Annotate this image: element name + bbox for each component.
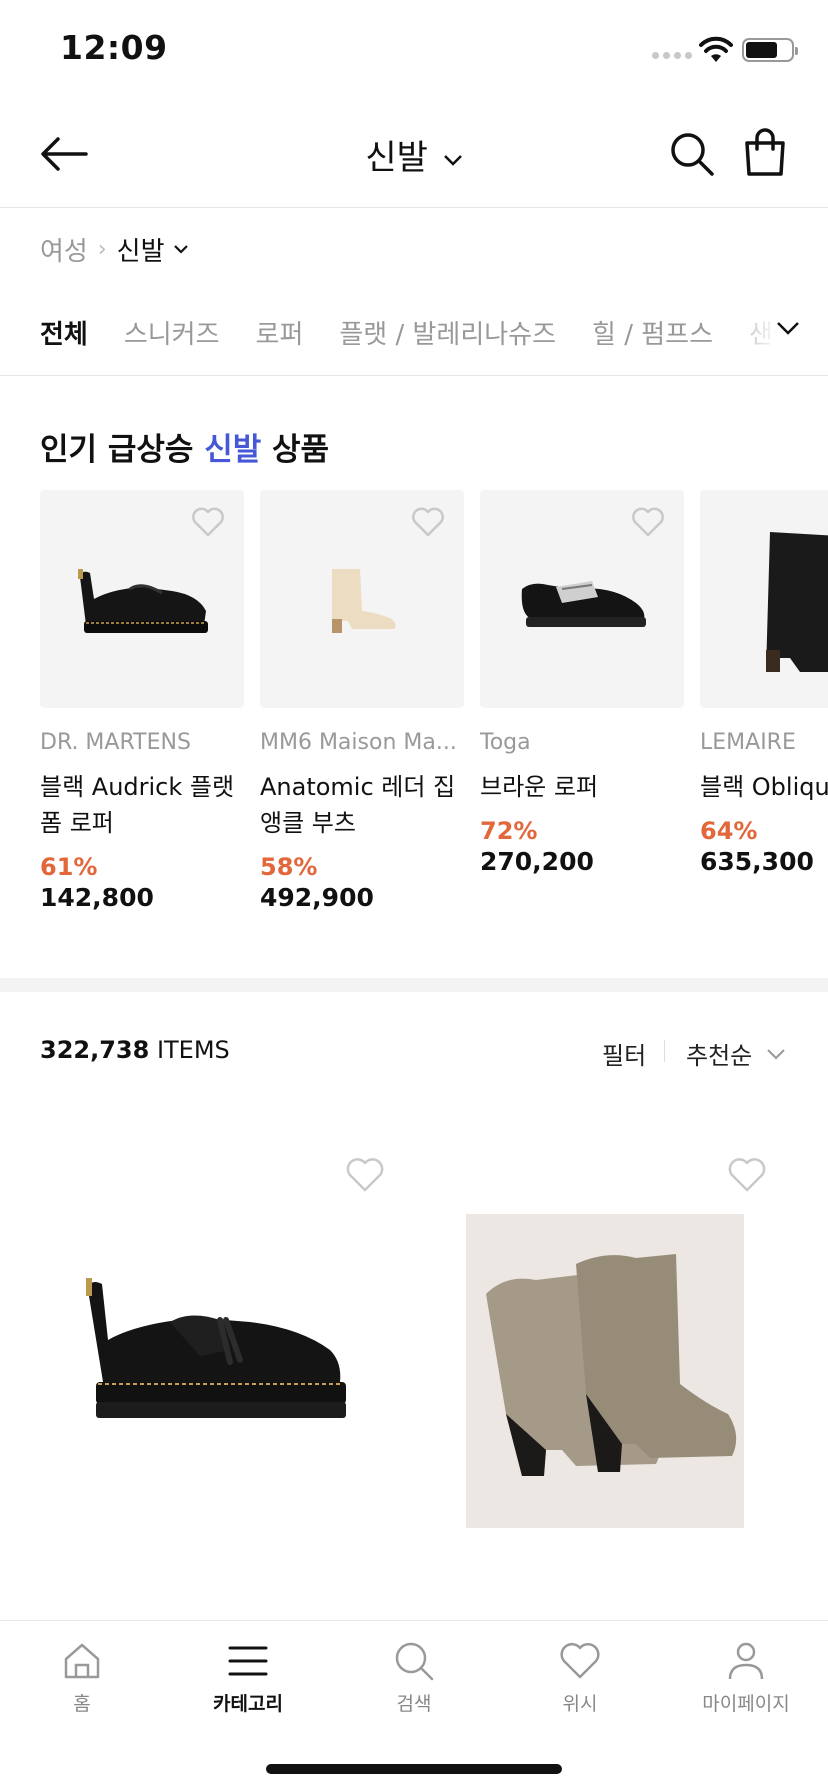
black-platform-loafer-icon: [78, 569, 208, 633]
product-discount: 58%: [260, 853, 318, 881]
product-brand: Toga: [480, 730, 531, 755]
wifi-icon: [699, 36, 733, 62]
chevron-down-icon[interactable]: [173, 243, 189, 255]
chevron-down-icon[interactable]: [776, 320, 800, 336]
product-name: Anatomic 레더 집 앵클 부츠: [260, 773, 456, 837]
heart-icon[interactable]: [344, 1156, 386, 1194]
search-icon: [395, 1642, 434, 1681]
product-card[interactable]: [420, 1140, 804, 1560]
trending-carousel[interactable]: DR. MARTENS 블랙 Audrick 플랫폼 로퍼 61% 142,80…: [40, 490, 828, 940]
tab-label: 카테고리: [213, 1693, 283, 1715]
tab-label: 위시: [562, 1693, 598, 1715]
product-brand: LEMAIRE: [700, 730, 796, 755]
category-tabs: 전체 스니커즈 로퍼 플랫 / 발레리나슈즈 힐 / 펌프스 샌들: [0, 290, 828, 376]
buckle-slingback-loafer-icon: [521, 581, 646, 627]
black-boot-icon: [766, 532, 828, 672]
product-name: 블랙 Oblique 부츠: [700, 773, 828, 801]
shopping-bag-icon[interactable]: [740, 126, 790, 180]
home-icon: [64, 1643, 100, 1679]
product-brand: DR. MARTENS: [40, 730, 191, 755]
trending-product-card[interactable]: LEMAIRE 블랙 Oblique 부츠 64% 635,300: [700, 490, 828, 876]
product-price: 635,300: [700, 847, 814, 876]
tab-category[interactable]: 카테고리: [178, 1639, 318, 1716]
trending-product-card[interactable]: Toga 브라운 로퍼 72% 270,200: [480, 490, 684, 876]
heart-icon[interactable]: [410, 506, 446, 538]
product-discount: 64%: [700, 817, 758, 845]
battery-icon: [742, 38, 798, 62]
status-bar: 12:09: [0, 0, 828, 100]
product-name: 블랙 Audrick 플랫폼 로퍼: [40, 773, 235, 837]
tab-label: 홈: [73, 1693, 91, 1715]
heart-icon[interactable]: [630, 506, 666, 538]
tab-all[interactable]: 전체: [40, 314, 88, 351]
section-divider: [0, 978, 828, 992]
tab-label: 검색: [396, 1693, 432, 1715]
trending-product-card[interactable]: MM6 Maison Ma... Anatomic 레더 집 앵클 부츠 58%…: [260, 490, 464, 912]
cellular-signal-icon: [652, 52, 692, 59]
top-nav: 신발: [0, 100, 828, 208]
product-image[interactable]: [700, 490, 828, 708]
product-image[interactable]: [260, 490, 464, 708]
product-brand: MM6 Maison Ma...: [260, 730, 457, 755]
heart-icon[interactable]: [726, 1156, 768, 1194]
filter-button[interactable]: 필터: [602, 1036, 646, 1071]
tab-sneakers[interactable]: 스니커즈: [124, 314, 220, 351]
tab-home[interactable]: 홈: [12, 1639, 152, 1716]
tab-loafers[interactable]: 로퍼: [256, 314, 304, 351]
product-price: 492,900: [260, 883, 374, 912]
chevron-down-icon: [767, 1048, 785, 1059]
black-tassel-loafer-image: [86, 1278, 346, 1418]
tab-label: 마이페이지: [702, 1693, 790, 1715]
beige-ankle-boot-icon: [332, 569, 396, 633]
product-price: 142,800: [40, 883, 154, 912]
page-title: 신발: [365, 138, 428, 178]
product-image[interactable]: [40, 490, 244, 708]
chevron-down-icon: [443, 154, 462, 166]
tab-heels[interactable]: 힐 / 펌프스: [592, 314, 713, 351]
menu-icon: [228, 1646, 268, 1676]
product-price: 270,200: [480, 847, 594, 876]
product-image[interactable]: [480, 490, 684, 708]
divider: [664, 1040, 665, 1062]
taupe-suede-western-boot-image: [486, 1254, 737, 1476]
home-indicator: [266, 1764, 562, 1774]
user-icon: [728, 1642, 764, 1680]
trending-section-title: 인기 급상승 신발 상품: [40, 432, 330, 468]
breadcrumb: 여성 › 신발: [40, 208, 189, 290]
sort-label: 추천순: [686, 1042, 753, 1070]
product-discount: 61%: [40, 853, 98, 881]
tab-flats[interactable]: 플랫 / 발레리나슈즈: [339, 314, 556, 351]
breadcrumb-current[interactable]: 신발: [117, 231, 165, 268]
status-time: 12:09: [60, 28, 168, 67]
heart-icon: [560, 1642, 600, 1679]
heart-icon[interactable]: [190, 506, 226, 538]
product-card[interactable]: [40, 1140, 424, 1560]
search-icon[interactable]: [668, 128, 716, 180]
item-count: 322,738 ITEMS: [40, 1036, 230, 1064]
product-name: 브라운 로퍼: [480, 773, 599, 801]
sort-dropdown[interactable]: 추천순: [686, 1036, 786, 1071]
tab-search[interactable]: 검색: [344, 1639, 484, 1716]
product-discount: 72%: [480, 817, 538, 845]
breadcrumb-parent[interactable]: 여성: [40, 231, 88, 268]
tab-mypage[interactable]: 마이페이지: [676, 1639, 816, 1716]
product-image[interactable]: [466, 1214, 744, 1528]
tab-wish[interactable]: 위시: [510, 1639, 650, 1716]
breadcrumb-separator: ›: [97, 236, 107, 262]
trending-product-card[interactable]: DR. MARTENS 블랙 Audrick 플랫폼 로퍼 61% 142,80…: [40, 490, 244, 912]
